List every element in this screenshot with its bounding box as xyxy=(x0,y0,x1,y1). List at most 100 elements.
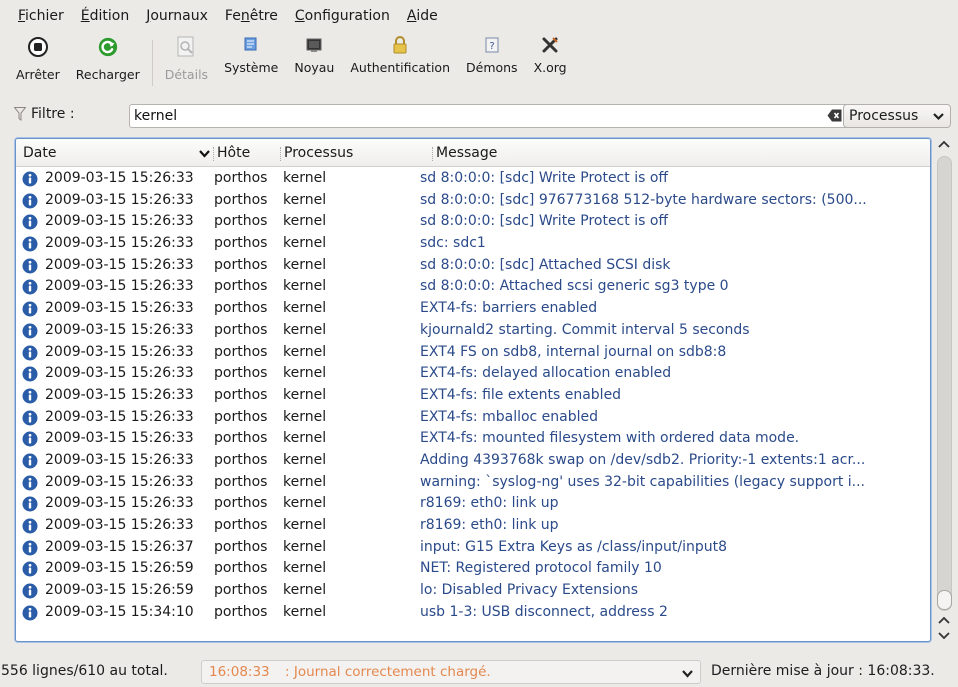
row-date: 2009-03-15 15:26:33 xyxy=(45,365,194,382)
row-host: porthos xyxy=(214,603,268,620)
vertical-scrollbar[interactable] xyxy=(934,138,954,642)
scroll-down-button[interactable] xyxy=(934,628,954,641)
menu-bar: Fichier Édition Journaux Fenêtre Configu… xyxy=(0,0,958,32)
menu-fichier[interactable]: Fichier xyxy=(10,8,73,24)
row-message: r8169: eth0: link up xyxy=(420,517,559,533)
row-process: kernel xyxy=(283,495,327,512)
line-count-text: 556 lignes/610 au total. xyxy=(1,663,168,679)
row-message: lo: Disabled Privacy Extensions xyxy=(420,582,639,599)
menu-edition[interactable]: Édition xyxy=(73,8,138,24)
filter-input[interactable] xyxy=(134,106,814,126)
table-row[interactable]: 2009-03-15 15:26:33 porthos kernel EXT4-fs:… xyxy=(16,363,930,385)
table-row[interactable]: 2009-03-15 15:26:33 porthos kernel Adding 4… xyxy=(16,450,930,472)
row-date: 2009-03-15 15:26:33 xyxy=(45,300,194,317)
row-process: kernel xyxy=(283,408,327,425)
system-icon xyxy=(240,34,262,56)
auth-button[interactable]: Authentification xyxy=(342,34,458,92)
daemons-icon: ? xyxy=(481,34,503,56)
scrollbar-track[interactable] xyxy=(937,156,952,611)
column-process[interactable]: Processus xyxy=(284,145,353,161)
row-message: r8169: eth0: link up xyxy=(420,495,559,512)
column-separator xyxy=(432,147,433,161)
row-process: kernel xyxy=(283,473,327,490)
row-host: porthos xyxy=(214,560,268,577)
info-icon xyxy=(22,214,38,230)
info-icon xyxy=(22,410,38,426)
table-row[interactable]: 2009-03-15 15:26:37 porthos kernel input: G… xyxy=(16,537,930,559)
filter-field[interactable] xyxy=(129,104,850,128)
table-row[interactable]: 2009-03-15 15:34:10 porthos kernel usb 1-3:… xyxy=(16,602,930,624)
row-host: porthos xyxy=(214,365,268,382)
menu-aide[interactable]: Aide xyxy=(399,8,447,24)
table-row[interactable]: 2009-03-15 15:26:33 porthos kernel sd 8:0:0… xyxy=(16,276,930,298)
log-table-header: Date Hôte Processus Message xyxy=(16,139,930,167)
row-host: porthos xyxy=(214,582,268,599)
row-host: porthos xyxy=(214,430,268,447)
row-message: sdc: sdc1 xyxy=(420,235,486,252)
row-process: kernel xyxy=(283,235,327,252)
row-date: 2009-03-15 15:26:59 xyxy=(45,582,194,599)
row-date: 2009-03-15 15:26:33 xyxy=(45,213,194,230)
row-message: EXT4-fs: mballoc enabled xyxy=(420,408,599,425)
scroll-up-button-lower[interactable] xyxy=(934,614,954,627)
table-row[interactable]: 2009-03-15 15:26:33 porthos kernel r8169: e… xyxy=(16,493,930,515)
stop-button[interactable]: Arrêter xyxy=(8,34,68,92)
clear-text-icon[interactable] xyxy=(827,109,842,126)
status-bar: 556 lignes/610 au total. 16:08:33 : Jour… xyxy=(0,658,958,687)
row-process: kernel xyxy=(283,278,327,295)
info-icon xyxy=(22,431,38,447)
table-row[interactable]: 2009-03-15 15:26:33 porthos kernel EXT4-fs:… xyxy=(16,428,930,450)
row-date: 2009-03-15 15:26:33 xyxy=(45,321,194,338)
column-date[interactable]: Date xyxy=(23,145,56,161)
daemons-button[interactable]: ? Démons xyxy=(458,34,526,92)
table-row[interactable]: 2009-03-15 15:26:33 porthos kernel EXT4-fs:… xyxy=(16,407,930,429)
menu-journaux[interactable]: Journaux xyxy=(138,8,217,24)
table-row[interactable]: 2009-03-15 15:26:59 porthos kernel NET: Reg… xyxy=(16,558,930,580)
table-row[interactable]: 2009-03-15 15:26:59 porthos kernel lo: Disa… xyxy=(16,580,930,602)
status-history-combo[interactable]: 16:08:33 : Journal correctement chargé. xyxy=(201,660,701,684)
details-label: Détails xyxy=(164,67,209,82)
kernel-button[interactable]: Noyau xyxy=(286,34,342,92)
table-row[interactable]: 2009-03-15 15:26:33 porthos kernel sd 8:0:0… xyxy=(16,190,930,212)
row-message: kjournald2 starting. Commit interval 5 s… xyxy=(420,321,750,338)
menu-fenetre[interactable]: Fenêtre xyxy=(217,8,287,24)
row-host: porthos xyxy=(214,343,268,360)
info-icon xyxy=(22,540,38,556)
table-row[interactable]: 2009-03-15 15:26:33 porthos kernel warning:… xyxy=(16,472,930,494)
row-message: usb 1-3: USB disconnect, address 2 xyxy=(420,603,668,620)
row-date: 2009-03-15 15:26:33 xyxy=(45,256,194,273)
row-host: porthos xyxy=(214,386,268,403)
table-row[interactable]: 2009-03-15 15:26:33 porthos kernel sd 8:0:0… xyxy=(16,211,930,233)
details-button[interactable]: Détails xyxy=(157,34,216,92)
row-process: kernel xyxy=(283,430,327,447)
system-button[interactable]: Système xyxy=(216,34,286,92)
row-host: porthos xyxy=(214,473,268,490)
table-row[interactable]: 2009-03-15 15:26:33 porthos kernel r8169: e… xyxy=(16,515,930,537)
table-row[interactable]: 2009-03-15 15:26:33 porthos kernel sdc: sdc… xyxy=(16,233,930,255)
system-label: Système xyxy=(224,60,279,75)
column-host[interactable]: Hôte xyxy=(217,145,250,161)
table-row[interactable]: 2009-03-15 15:26:33 porthos kernel EXT4 FS … xyxy=(16,342,930,364)
scroll-up-button[interactable] xyxy=(934,138,954,152)
menu-configuration[interactable]: Configuration xyxy=(287,8,399,24)
table-row[interactable]: 2009-03-15 15:26:33 porthos kernel EXT4-fs:… xyxy=(16,385,930,407)
filter-scope-select[interactable]: Processus xyxy=(843,104,951,128)
info-icon xyxy=(22,279,38,295)
reload-button[interactable]: Recharger xyxy=(68,34,148,92)
table-row[interactable]: 2009-03-15 15:26:33 porthos kernel sd 8:0:0… xyxy=(16,255,930,277)
table-row[interactable]: 2009-03-15 15:26:33 porthos kernel kjournal… xyxy=(16,320,930,342)
xorg-button[interactable]: X.org xyxy=(526,34,575,92)
row-message: sd 8:0:0:0: [sdc] Write Protect is off xyxy=(420,170,669,186)
log-table[interactable]: Date Hôte Processus Message 2009-03-15 1… xyxy=(15,138,931,642)
table-row[interactable]: 2009-03-15 15:26:33 porthos kernel EXT4-fs:… xyxy=(16,298,930,320)
column-message[interactable]: Message xyxy=(436,145,497,161)
info-icon xyxy=(22,171,38,187)
row-message: EXT4-fs: mounted filesystem with ordered… xyxy=(420,430,800,447)
funnel-icon xyxy=(14,107,26,121)
row-process: kernel xyxy=(283,343,327,360)
row-message: Adding 4393768k swap on /dev/sdb2. Prior… xyxy=(420,451,866,468)
row-host: porthos xyxy=(214,538,268,555)
table-row[interactable]: 2009-03-15 15:26:33 porthos kernel sd 8:0:0… xyxy=(16,168,930,190)
scrollbar-thumb[interactable] xyxy=(937,590,952,610)
details-icon xyxy=(175,36,197,58)
